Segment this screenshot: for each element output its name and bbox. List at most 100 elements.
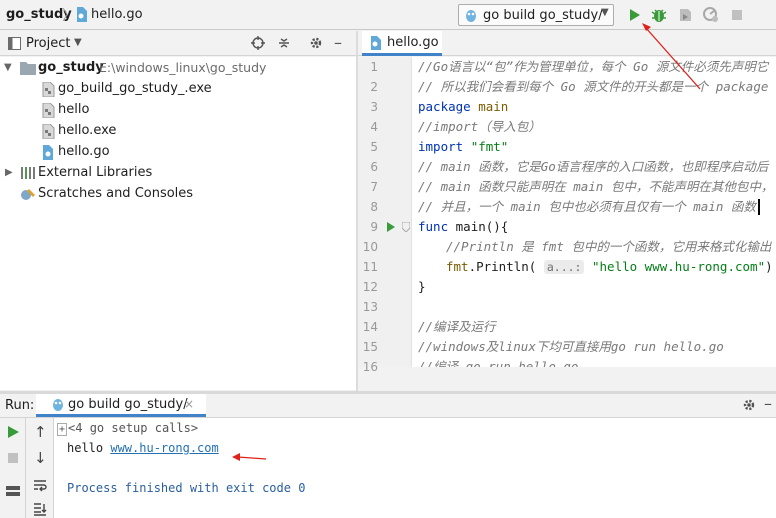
fold-marker-icon[interactable] <box>402 222 410 232</box>
run-tab[interactable]: go build go_study/ × <box>36 394 206 417</box>
code-line-2: // 所以我们会看到每个 Go 源文件的开头都是一个 package <box>418 79 769 94</box>
code-line-7: // main 函数只能声明在 main 包中，不能声明在其他包中， <box>418 179 774 194</box>
line-number: 11 <box>362 260 378 274</box>
minimize-icon[interactable]: – <box>334 33 342 52</box>
run-icon[interactable] <box>625 6 643 24</box>
tree-item-hello[interactable]: hello <box>0 100 356 120</box>
console-output[interactable]: + <4 go setup calls> hello www.hu-rong.co… <box>54 418 776 518</box>
tab-hello-go[interactable]: hello.go <box>362 31 442 56</box>
package-name: main <box>478 99 509 114</box>
tree-item-scratches[interactable]: Scratches and Consoles <box>0 184 356 204</box>
line-number: 5 <box>370 140 378 154</box>
line-number: 3 <box>370 100 378 114</box>
line-number: 14 <box>362 320 378 334</box>
project-tree: ▼ go_study E:\windows_linux\go_study go_… <box>0 57 356 390</box>
run-toolbar-secondary: ↑ ↓ <box>26 418 54 518</box>
tree-item-hello-go[interactable]: hello.go <box>0 142 356 162</box>
soft-wrap-icon[interactable] <box>33 478 47 492</box>
chevron-down-icon: ▼ <box>601 7 609 18</box>
console-exit-line: Process finished with exit code 0 <box>67 481 306 495</box>
line-number: 4 <box>370 120 378 134</box>
stop-icon[interactable] <box>728 6 746 24</box>
tree-item-label: Scratches and Consoles <box>38 186 194 201</box>
code-line-6: // main 函数，它是Go语言程序的入口函数，也即程序启动后 <box>418 159 769 174</box>
tab-label: hello.go <box>387 35 439 50</box>
code-line-4: //import（导入包） <box>418 119 541 134</box>
go-file-icon <box>77 7 87 22</box>
keyword: package <box>418 99 471 114</box>
code-line-5: import "fmt" <box>418 137 508 157</box>
line-number: 8 <box>370 200 378 214</box>
arrow-up-icon[interactable]: ↑ <box>34 423 47 441</box>
line-number: 16 <box>362 360 378 374</box>
tree-item-label: go_build_go_study_.exe <box>58 81 212 96</box>
line-number: 10 <box>362 240 378 254</box>
tree-item-label: hello.go <box>58 144 110 159</box>
stop-icon[interactable] <box>6 451 20 465</box>
expand-icon[interactable]: + <box>57 423 68 436</box>
go-file-icon <box>371 36 381 50</box>
tree-item-exe[interactable]: go_build_go_study_.exe <box>0 79 356 99</box>
go-gopher-icon <box>466 10 476 22</box>
tree-item-label: hello.exe <box>58 123 117 138</box>
tree-item-label: External Libraries <box>38 165 153 180</box>
scroll-to-end-icon[interactable] <box>33 502 47 516</box>
tree-item-external-libraries[interactable]: ▶ External Libraries <box>0 163 356 183</box>
line-number: 13 <box>362 300 378 314</box>
run-gutter-icon[interactable] <box>386 222 396 232</box>
locate-file-icon[interactable] <box>251 36 265 50</box>
code-line-10: //Println 是 fmt 包中的一个函数，它用来格式化输出 <box>446 239 772 254</box>
code-line-15: //windows及linux下均可直接用go run hello.go <box>418 339 724 354</box>
breadcrumb-separator: 〉 <box>62 8 76 24</box>
function-call: .Println( <box>468 259 537 274</box>
arrow-down-icon[interactable]: ↓ <box>34 449 47 467</box>
code-line-12: } <box>418 279 426 294</box>
tree-item-label: hello <box>58 102 90 117</box>
code-line-9: func main(){ <box>418 217 508 237</box>
function-signature: main(){ <box>455 219 509 234</box>
chevron-down-icon[interactable]: ▼ <box>74 37 82 48</box>
setup-calls-text: <4 go setup calls> <box>68 421 199 435</box>
collapse-all-icon[interactable] <box>277 36 291 50</box>
code-editor[interactable]: //Go语言以“包”作为管理单位，每个 Go 源文件必须先声明它 // 所以我们… <box>412 57 776 367</box>
code-line-3: package main <box>418 97 508 117</box>
console-setup-line[interactable]: + <4 go setup calls> <box>57 420 198 438</box>
run-configuration-label: go build go_study/ <box>483 8 603 23</box>
coverage-icon[interactable] <box>676 6 694 24</box>
editor-gutter[interactable]: 1 2 3 4 5 6 7 8 9 10 11 12 13 14 15 16 <box>358 57 412 374</box>
parameter-hint: a...: <box>543 260 585 274</box>
console-output-line: hello www.hu-rong.com <box>67 440 219 456</box>
chevron-down-icon[interactable]: ▼ <box>4 58 12 78</box>
tree-item-go-study[interactable]: ▼ go_study E:\windows_linux\go_study <box>0 58 356 78</box>
rerun-icon[interactable] <box>6 425 20 439</box>
navigation-bar: go_study 〉 hello.go go build go_study/ ▼ <box>0 0 776 30</box>
keyword: import <box>418 139 464 154</box>
binary-file-icon <box>42 124 55 139</box>
project-panel-title[interactable]: Project <box>26 36 70 51</box>
chevron-right-icon[interactable]: ▶ <box>5 163 13 183</box>
run-configuration-select[interactable]: go build go_study/ ▼ <box>458 4 614 26</box>
output-link[interactable]: www.hu-rong.com <box>110 441 218 455</box>
code-line-8: // 并且，一个 main 包中也必须有且仅有一个 main 函数 <box>418 199 756 214</box>
profile-icon[interactable] <box>702 6 720 24</box>
project-panel-header: Project ▼ – <box>0 31 356 56</box>
line-number: 9 <box>370 220 378 234</box>
gear-icon[interactable] <box>742 398 756 412</box>
minimize-icon[interactable]: – <box>764 394 772 413</box>
binary-file-icon <box>42 82 55 97</box>
run-tab-label: go build go_study/ <box>68 397 188 412</box>
code-line-14: //编译及运行 <box>418 319 496 334</box>
tree-item-label: go_study <box>38 60 104 75</box>
binary-file-icon <box>42 103 55 118</box>
breadcrumb-file[interactable]: hello.go <box>91 7 143 22</box>
go-file-icon <box>43 145 53 160</box>
library-icon <box>21 167 35 179</box>
debug-icon[interactable] <box>650 6 668 24</box>
layout-icon[interactable] <box>5 484 21 498</box>
keyword: func <box>418 219 449 234</box>
gear-icon[interactable] <box>309 36 323 50</box>
code-line-11: fmt.Println( a...: "hello www.hu-rong.co… <box>446 257 773 277</box>
close-icon[interactable]: × <box>184 397 194 411</box>
tree-item-hello-exe[interactable]: hello.exe <box>0 121 356 141</box>
scratches-icon <box>21 189 35 200</box>
